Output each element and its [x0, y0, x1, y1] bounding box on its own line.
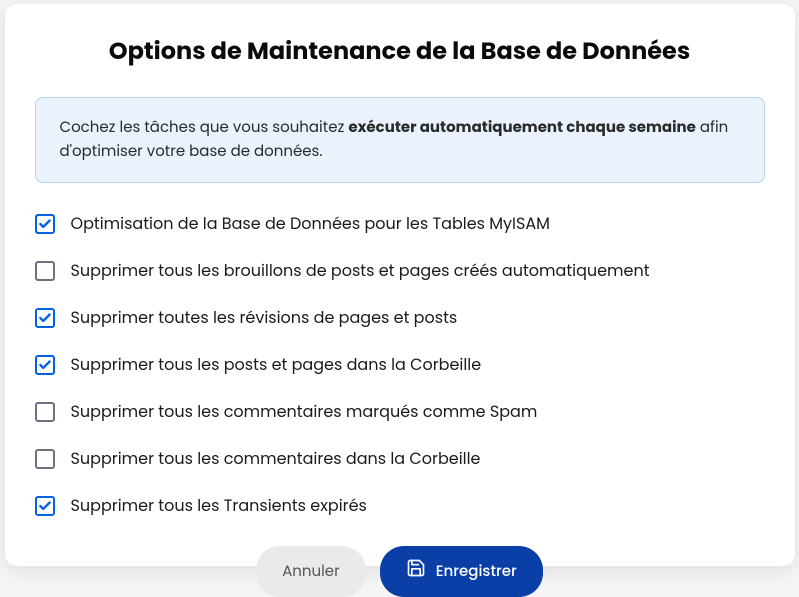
cancel-button[interactable]: Annuler	[256, 546, 366, 597]
option-row: Supprimer tous les brouillons de posts e…	[35, 258, 765, 283]
option-row: Supprimer tous les Transients expirés	[35, 493, 765, 518]
option-row: Supprimer tous les commentaires marqués …	[35, 399, 765, 424]
buttons-row: Annuler Enregistrer	[35, 546, 765, 597]
option-label[interactable]: Supprimer tous les commentaires marqués …	[71, 399, 538, 424]
option-row: Supprimer tous les posts et pages dans l…	[35, 352, 765, 377]
option-row: Supprimer tous les commentaires dans la …	[35, 446, 765, 471]
save-icon	[406, 558, 426, 585]
checkbox-option-2[interactable]	[35, 308, 55, 328]
option-label[interactable]: Supprimer tous les brouillons de posts e…	[71, 258, 650, 283]
option-label[interactable]: Supprimer tous les Transients expirés	[71, 493, 367, 518]
option-label[interactable]: Supprimer tous les posts et pages dans l…	[71, 352, 482, 377]
save-label: Enregistrer	[436, 560, 517, 583]
cancel-label: Annuler	[282, 560, 340, 583]
info-bold: exécuter automatiquement chaque semaine	[348, 117, 696, 138]
option-row: Optimisation de la Base de Données pour …	[35, 211, 765, 236]
info-prefix: Cochez les tâches que vous souhaitez	[60, 117, 349, 138]
checkbox-option-0[interactable]	[35, 214, 55, 234]
checkbox-option-5[interactable]	[35, 449, 55, 469]
checkbox-option-6[interactable]	[35, 496, 55, 516]
options-list: Optimisation de la Base de Données pour …	[35, 211, 765, 518]
maintenance-modal: Options de Maintenance de la Base de Don…	[5, 4, 795, 566]
option-label[interactable]: Optimisation de la Base de Données pour …	[71, 211, 550, 236]
option-label[interactable]: Supprimer tous les commentaires dans la …	[71, 446, 481, 471]
info-box: Cochez les tâches que vous souhaitez exé…	[35, 97, 765, 183]
checkbox-option-4[interactable]	[35, 402, 55, 422]
checkbox-option-3[interactable]	[35, 355, 55, 375]
option-row: Supprimer toutes les révisions de pages …	[35, 305, 765, 330]
checkbox-option-1[interactable]	[35, 261, 55, 281]
option-label[interactable]: Supprimer toutes les révisions de pages …	[71, 305, 458, 330]
save-button[interactable]: Enregistrer	[380, 546, 543, 597]
page-title: Options de Maintenance de la Base de Don…	[35, 34, 765, 69]
